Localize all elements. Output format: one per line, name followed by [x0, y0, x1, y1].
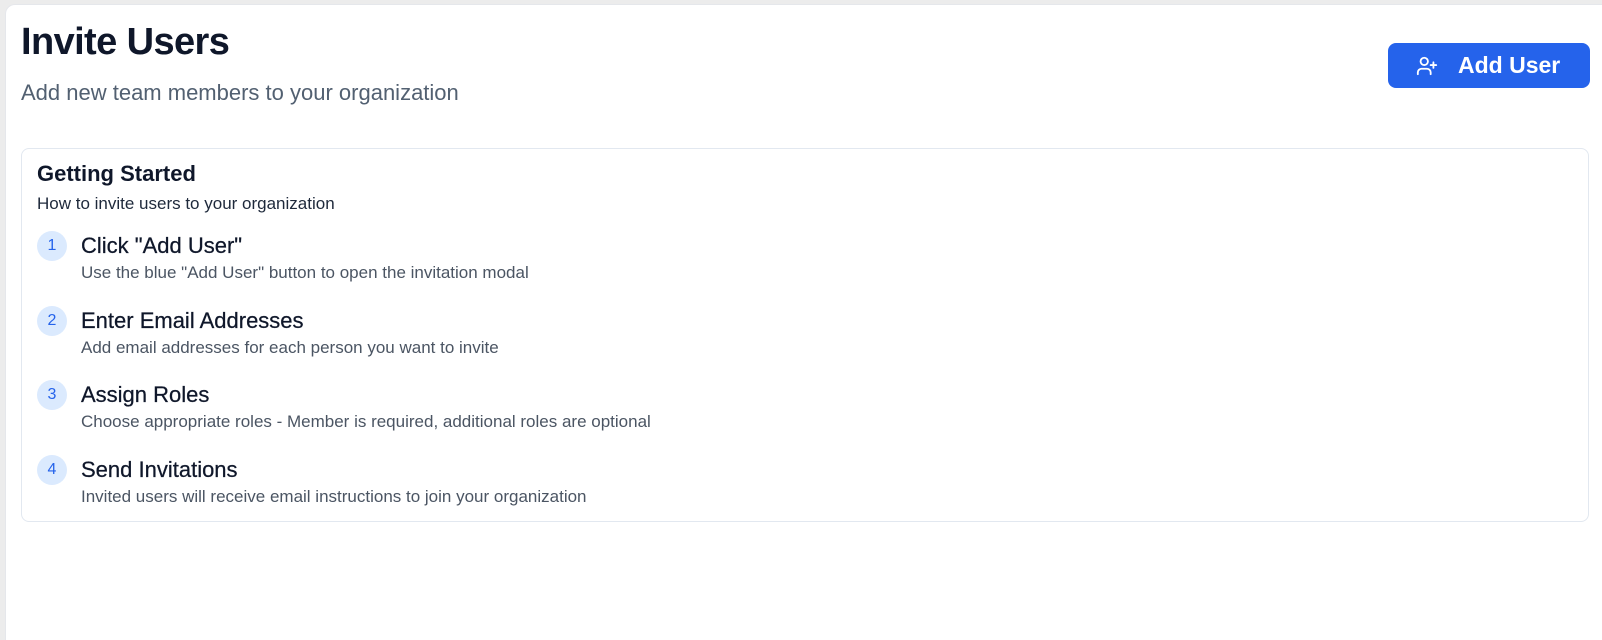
step-title: Send Invitations [81, 456, 238, 482]
card-title: Getting Started [37, 161, 196, 186]
step-description: Use the blue "Add User" button to open t… [81, 263, 529, 282]
step-number-badge: 2 [37, 305, 67, 336]
step-number-badge: 4 [37, 454, 67, 485]
step-title: Enter Email Addresses [81, 307, 304, 333]
getting-started-card: Getting Started How to invite users to y… [21, 148, 1589, 522]
step-number-badge: 3 [37, 380, 67, 410]
add-user-button-label: Add User [1458, 52, 1561, 78]
page-subtitle: Add new team members to your organizatio… [21, 80, 459, 105]
add-user-button[interactable]: Add User [1388, 43, 1590, 88]
page-title: Invite Users [21, 21, 230, 63]
step-description: Add email addresses for each person you … [81, 337, 499, 357]
step-title: Click "Add User" [81, 233, 243, 258]
invite-users-page: Invite Users Add new team members to you… [5, 4, 1602, 640]
step-number-badge: 1 [37, 231, 67, 261]
step-description: Choose appropriate roles - Member is req… [81, 412, 651, 431]
step-description: Invited users will receive email instruc… [81, 486, 587, 506]
card-description: How to invite users to your organization [37, 194, 335, 213]
step-title: Assign Roles [81, 382, 210, 407]
user-plus-icon [1416, 55, 1438, 77]
